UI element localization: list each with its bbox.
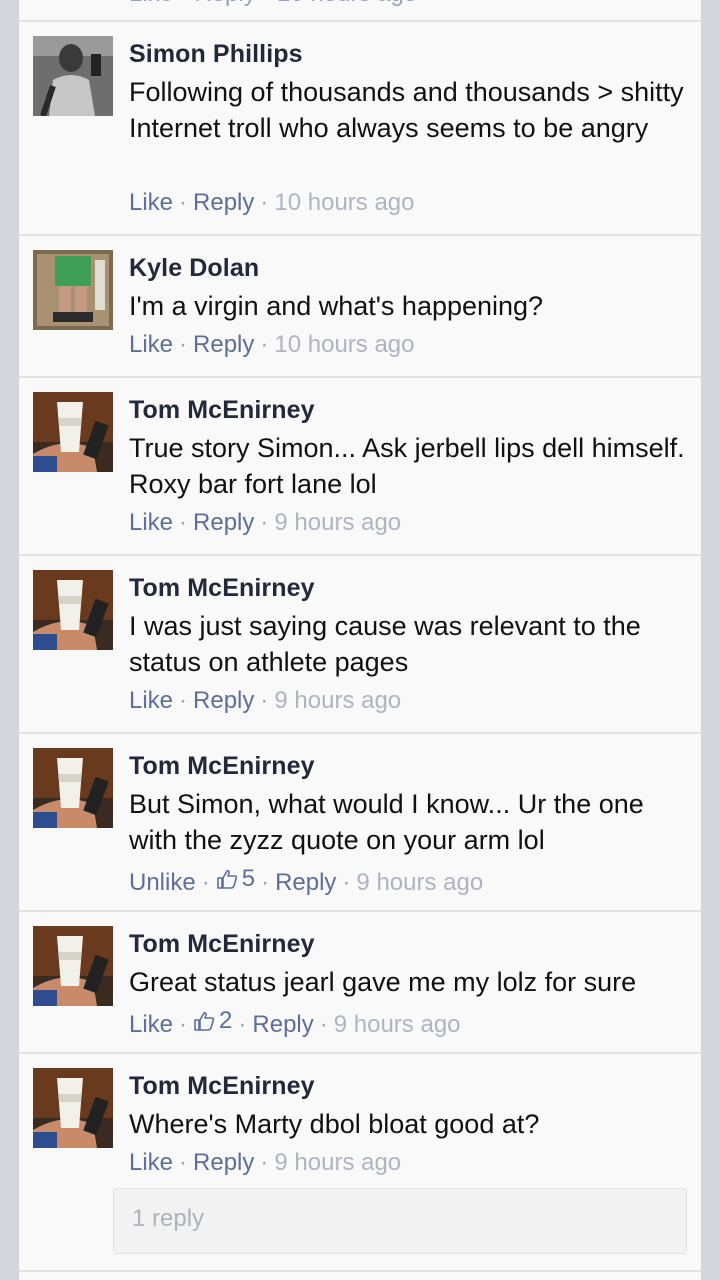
comment-text: But Simon, what would I know... Ur the o… [129, 789, 644, 855]
author-name[interactable]: Tom McEnirney [129, 396, 315, 425]
comments-feed: Like · Reply · 10 hours ago Simon Philli… [18, 0, 702, 1280]
comment-text: True story Simon... Ask jerbell lips del… [129, 433, 685, 499]
avatar[interactable] [33, 392, 113, 472]
divider [19, 554, 701, 556]
like-link[interactable]: Like [129, 1011, 173, 1038]
avatar[interactable] [33, 250, 113, 330]
comment-actions: Like · Reply · 9 hours ago [129, 509, 402, 536]
divider [19, 1270, 701, 1272]
author-name[interactable]: Tom McEnirney [129, 752, 315, 781]
comment-actions: Like · Reply · 9 hours ago [129, 1149, 402, 1176]
comment-text: I'm a virgin and what's happening? [129, 291, 544, 321]
like-link[interactable]: Like [129, 687, 173, 714]
timestamp: 9 hours ago [274, 509, 402, 536]
divider [19, 376, 701, 378]
author-name[interactable]: Tom McEnirney [129, 930, 315, 959]
reply-link[interactable]: Reply [193, 687, 254, 714]
reply-link[interactable]: Reply [193, 189, 254, 216]
like-link[interactable]: Like [129, 509, 173, 536]
timestamp: 9 hours ago [274, 1149, 402, 1176]
avatar[interactable] [33, 36, 113, 116]
like-count[interactable]: 2 [193, 1007, 232, 1035]
like-count[interactable]: 5 [216, 865, 255, 893]
comment-actions: Unlike · 5 · Reply · 9 hours ago [129, 865, 484, 896]
thumbs-up-icon [216, 869, 237, 889]
comment-text: Where's Marty dbol bloat good at? [129, 1109, 540, 1139]
divider [19, 20, 701, 22]
timestamp: 9 hours ago [356, 869, 484, 896]
author-name[interactable]: Kyle Dolan [129, 254, 259, 283]
comment-text: I was just saying cause was relevant to … [129, 611, 641, 677]
view-replies-button[interactable]: 1 reply [113, 1188, 687, 1254]
avatar[interactable] [33, 570, 113, 650]
like-link[interactable]: Like [129, 189, 173, 216]
comment-text: Following of thousands and thousands > s… [129, 77, 684, 143]
timestamp: 9 hours ago [333, 1011, 461, 1038]
comment-actions: Like · Reply · 10 hours ago [129, 331, 415, 358]
comment-actions: Like · Reply · 10 hours ago [129, 189, 415, 216]
comment-actions: Like · Reply · 9 hours ago [129, 687, 402, 714]
previous-comment-actions: Like · Reply · 10 hours ago [129, 0, 417, 8]
author-name[interactable]: Tom McEnirney [129, 574, 315, 603]
timestamp: 9 hours ago [274, 687, 402, 714]
comment-text: Great status jearl gave me my lolz for s… [129, 967, 637, 997]
author-name[interactable]: Tom McEnirney [129, 1072, 315, 1101]
divider [19, 1052, 701, 1054]
unlike-link[interactable]: Unlike [129, 869, 196, 896]
timestamp: 10 hours ago [274, 331, 415, 358]
comment-actions: Like · 2 · Reply · 9 hours ago [129, 1007, 461, 1038]
reply-link[interactable]: Reply [193, 1149, 254, 1176]
avatar[interactable] [33, 926, 113, 1006]
timestamp: 10 hours ago [274, 189, 415, 216]
reply-link[interactable]: Reply [193, 509, 254, 536]
replies-count: 1 reply [132, 1205, 205, 1232]
divider [19, 234, 701, 236]
avatar[interactable] [33, 748, 113, 828]
divider [19, 910, 701, 912]
avatar[interactable] [33, 1068, 113, 1148]
reply-link[interactable]: Reply [275, 869, 336, 896]
reply-link[interactable]: Reply [193, 331, 254, 358]
author-name[interactable]: Simon Phillips [129, 40, 303, 69]
divider [19, 732, 701, 734]
reply-link[interactable]: Reply [252, 1011, 313, 1038]
thumbs-up-icon [194, 1011, 215, 1031]
like-link[interactable]: Like [129, 1149, 173, 1176]
like-link[interactable]: Like [129, 331, 173, 358]
